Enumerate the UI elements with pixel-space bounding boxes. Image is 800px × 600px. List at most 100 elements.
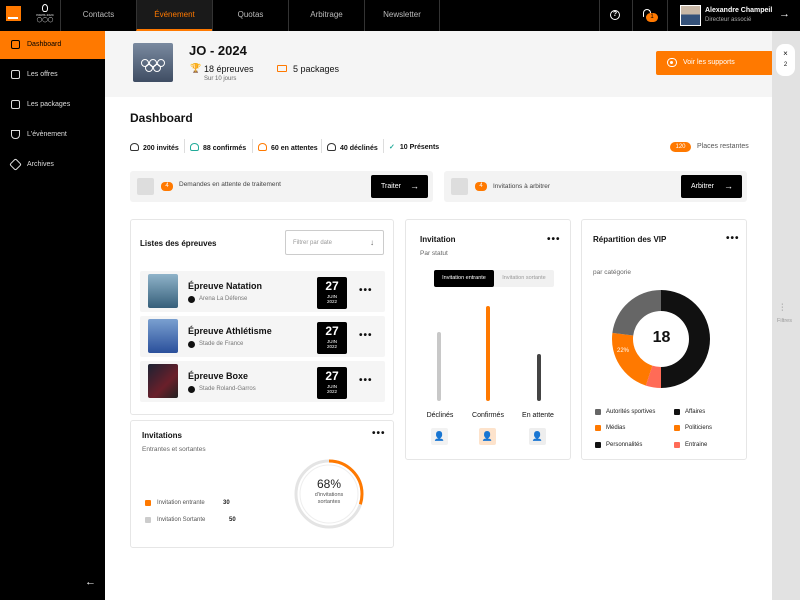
epreuve-name: Épreuve Boxe xyxy=(188,371,249,381)
sidebar-item-dashboard[interactable]: Dashboard xyxy=(0,31,105,59)
toggle-invitation-entrante[interactable]: Invitation entrante xyxy=(434,270,494,287)
orange-logo[interactable] xyxy=(6,6,21,21)
more-options-icon[interactable]: ••• xyxy=(359,331,373,341)
close-panel-button[interactable]: × 2 xyxy=(776,44,795,76)
divider xyxy=(184,139,185,153)
arbitrer-button[interactable]: Arbitrer → xyxy=(681,175,742,198)
vip-card: Répartition des VIP ••• par catégorie 18… xyxy=(581,219,747,460)
legend-label: Affaires xyxy=(685,409,706,415)
epreuve-venue: Stade Roland-Garros xyxy=(199,386,256,392)
list-item[interactable]: Épreuve Boxe Stade Roland-Garros 27 JUIN 2… xyxy=(140,361,385,402)
more-options-icon[interactable]: ••• xyxy=(359,286,373,296)
date-badge: 27 JUIN 2022 xyxy=(317,322,347,354)
trophy-icon: 🏆 xyxy=(190,63,202,73)
divider xyxy=(599,0,600,31)
sidebar-item-offres[interactable]: Les offres xyxy=(0,61,105,89)
card-title: Invitations xyxy=(142,431,183,440)
sidebar-item-evenement[interactable]: L'évènement xyxy=(0,121,105,149)
date-filter-select[interactable]: Filtrer par date ↓ xyxy=(285,230,384,255)
event-header: JO - 2024 🏆 18 épreuves Sur 10 jours 5 p… xyxy=(105,31,773,97)
filter-label[interactable]: Filtres xyxy=(777,318,792,324)
page-title: Dashboard xyxy=(130,111,193,125)
top-navbar: PARIS 2024 ◯◯◯ Contacts Événement Quotas… xyxy=(0,0,800,31)
divider xyxy=(667,0,668,31)
stat-invites: 200 invités xyxy=(130,143,179,152)
event-photo xyxy=(148,364,178,398)
user-name: Alexandre Champeil xyxy=(705,7,773,14)
tab-quotas[interactable]: Quotas xyxy=(212,0,288,31)
filter-icon[interactable]: ⫶ xyxy=(781,303,784,314)
epreuve-name: Épreuve Athlétisme xyxy=(188,326,272,336)
donut-total: 18 xyxy=(652,329,671,346)
stat-confirmes: 88 confirmés xyxy=(190,143,246,152)
tab-contacts[interactable]: Contacts xyxy=(60,0,136,31)
arrow-right-icon: → xyxy=(410,181,419,191)
ticket-icon xyxy=(11,100,20,109)
legend-label: Politiciens xyxy=(685,425,713,431)
user-clock-icon: 👤 xyxy=(529,428,546,445)
legend-value: 30 xyxy=(223,500,230,506)
toggle-invitation-sortante[interactable]: Invitation sortante xyxy=(494,270,554,287)
card-subtitle: par catégorie xyxy=(593,269,631,276)
legend-label: Personnalités xyxy=(606,442,643,448)
places-badge: 120 xyxy=(670,142,691,152)
legend-swatch xyxy=(145,500,151,506)
notification-badge: 1 xyxy=(646,13,658,22)
bar-label: Confirmés xyxy=(472,412,504,419)
legend-swatch xyxy=(595,425,601,431)
gauge-label: d'invitations sortantes xyxy=(314,492,344,505)
divider xyxy=(321,139,322,153)
user-pending-icon xyxy=(137,178,154,195)
sidebar-item-packages[interactable]: Les packages xyxy=(0,91,105,119)
divider xyxy=(383,139,384,153)
card-text: Invitations à arbitrer xyxy=(493,183,551,190)
arbitrate-invitations-card: 4 Invitations à arbitrer Arbitrer → xyxy=(444,171,747,202)
view-supports-button[interactable]: Voir les supports xyxy=(656,51,773,75)
legend-swatch xyxy=(674,409,680,415)
logout-icon[interactable]: → xyxy=(779,9,790,20)
sidebar-item-label: Dashboard xyxy=(27,41,62,48)
filter-count: 2 xyxy=(783,62,788,68)
arrow-right-icon: → xyxy=(724,181,733,191)
event-title: JO - 2024 xyxy=(189,43,247,58)
tab-arbitrage[interactable]: Arbitrage xyxy=(288,0,364,31)
date-badge: 27 JUIN 2022 xyxy=(317,367,347,399)
legend-label: Entraine xyxy=(685,442,708,448)
card-subtitle: Entrantes et sortantes xyxy=(142,446,206,453)
location-icon xyxy=(188,296,195,303)
more-options-icon[interactable]: ••• xyxy=(359,376,373,386)
list-item[interactable]: Épreuve Athlétisme Stade de France 27 JUI… xyxy=(140,316,385,357)
ticket-icon xyxy=(277,65,287,72)
tab-newsletter[interactable]: Newsletter xyxy=(364,0,440,31)
invitation-status-card: Invitation Par statut ••• Invitation ent… xyxy=(405,219,571,460)
location-icon xyxy=(188,341,195,348)
sidebar-item-archives[interactable]: Archives xyxy=(0,151,105,179)
sidebar-item-label: Archives xyxy=(27,161,54,168)
card-text: Demandes en attente de traitement xyxy=(179,181,281,188)
tab-evenement[interactable]: Événement xyxy=(136,0,212,31)
more-options-icon[interactable]: ••• xyxy=(372,429,386,439)
more-options-icon[interactable]: ••• xyxy=(547,235,561,245)
places-label: Places restantes xyxy=(697,143,749,150)
card-title: Répartition des VIP xyxy=(593,235,667,244)
legend-swatch xyxy=(595,409,601,415)
list-item[interactable]: Épreuve Natation Arena La Défense 27 JUIN… xyxy=(140,271,385,312)
legend-swatch xyxy=(145,517,151,523)
stat-presents: ✓ 10 Présents xyxy=(389,144,440,151)
help-icon[interactable]: ? xyxy=(610,10,620,20)
avatar[interactable] xyxy=(680,5,701,26)
legend-label: Invitation entrante xyxy=(157,500,205,506)
users-icon xyxy=(130,143,139,151)
traiter-button[interactable]: Traiter → xyxy=(371,175,428,198)
more-options-icon[interactable]: ••• xyxy=(726,234,740,244)
event-photo xyxy=(148,319,178,353)
legend-label: Autorités sportives xyxy=(606,409,656,415)
card-subtitle: Par statut xyxy=(420,250,448,257)
sidebar: Dashboard Les offres Les packages L'évèn… xyxy=(0,31,105,600)
user-clock-icon xyxy=(258,143,267,151)
collapse-sidebar-icon[interactable]: ← xyxy=(85,576,96,588)
legend-label: Médias xyxy=(606,425,626,431)
epreuves-card: Listes des épreuves Filtrer par date ↓ Ép… xyxy=(130,219,394,415)
stat-en-attente: 60 en attentes xyxy=(258,143,318,152)
legend-swatch xyxy=(674,425,680,431)
